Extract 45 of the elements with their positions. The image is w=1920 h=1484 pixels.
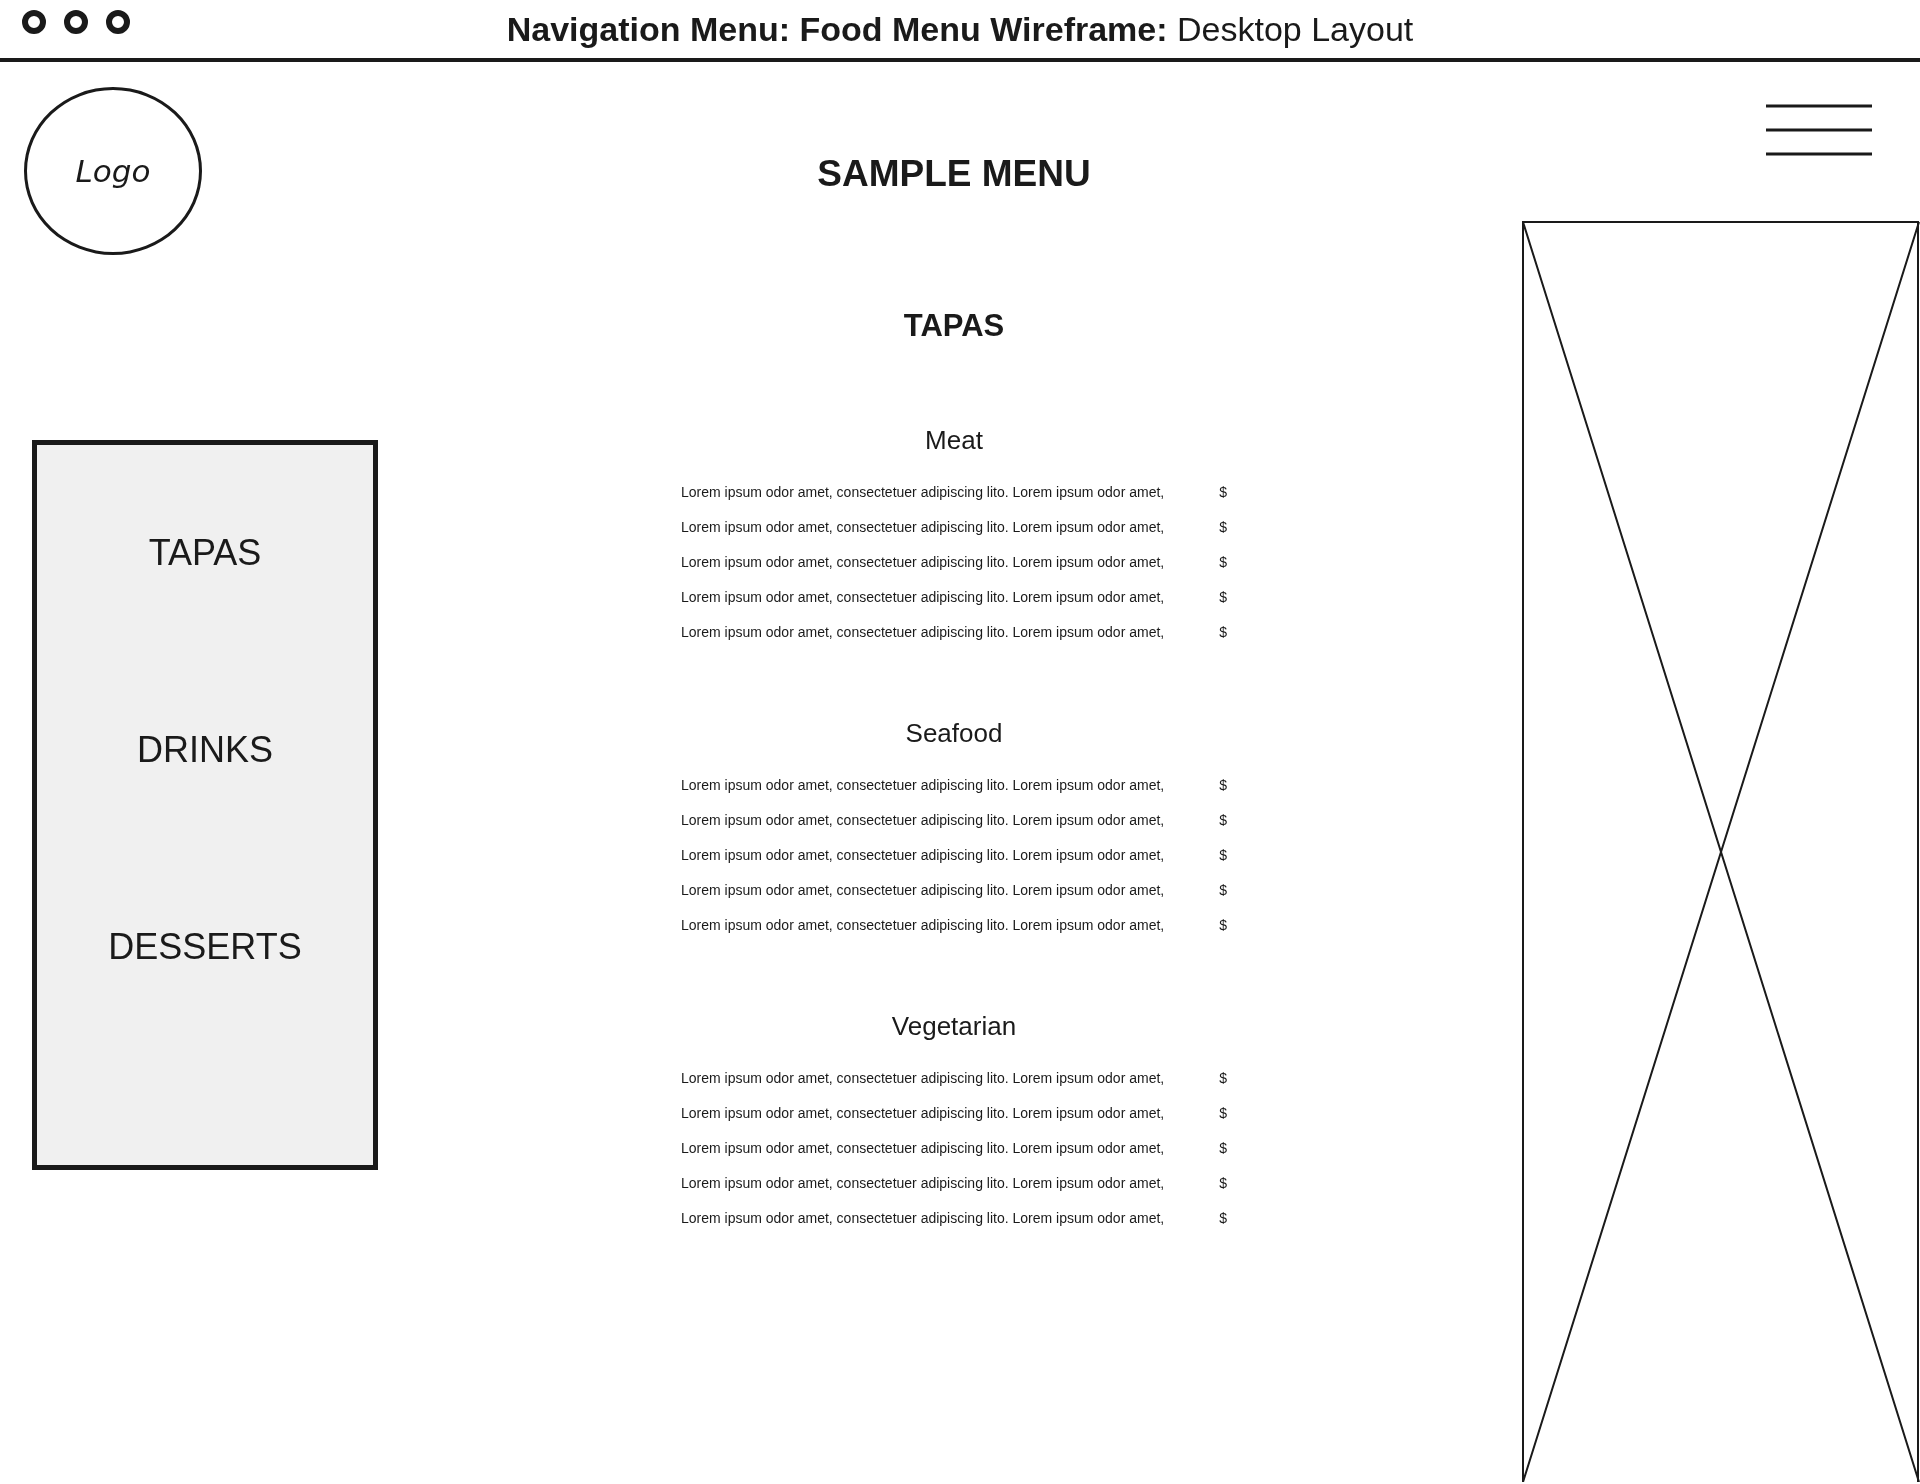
item-description: Lorem ipsum odor amet, consectetuer adipiscing lito. Lorem ipsum odor amet, (681, 776, 1165, 793)
item-price: $ (1219, 588, 1227, 605)
item-description: Lorem ipsum odor amet, consectetuer adipiscing lito. Lorem ipsum odor amet, (681, 518, 1165, 535)
item-price: $ (1219, 553, 1227, 570)
item-price: $ (1219, 1069, 1227, 1086)
item-price: $ (1219, 811, 1227, 828)
item-price: $ (1219, 483, 1227, 500)
item-description: Lorem ipsum odor amet, consectetuer adipiscing lito. Lorem ipsum odor amet, (681, 623, 1165, 640)
item-price: $ (1219, 846, 1227, 863)
item-description: Lorem ipsum odor amet, consectetuer adipiscing lito. Lorem ipsum odor amet, (681, 553, 1165, 570)
window-dot-icon[interactable] (22, 10, 46, 34)
item-description: Lorem ipsum odor amet, consectetuer adipiscing lito. Lorem ipsum odor amet, (681, 1104, 1165, 1121)
item-price: $ (1219, 776, 1227, 793)
item-description: Lorem ipsum odor amet, consectetuer adipiscing lito. Lorem ipsum odor amet, (681, 483, 1165, 500)
item-price: $ (1219, 623, 1227, 640)
item-description: Lorem ipsum odor amet, consectetuer adipiscing lito. Lorem ipsum odor amet, (681, 846, 1165, 863)
item-description: Lorem ipsum odor amet, consectetuer adipiscing lito. Lorem ipsum odor amet, (681, 916, 1165, 933)
section-heading: Seafood (905, 717, 1003, 749)
item-description: Lorem ipsum odor amet, consectetuer adipiscing lito. Lorem ipsum odor amet, (681, 588, 1165, 605)
item-price: $ (1219, 1209, 1227, 1226)
section-heading: Meat (925, 424, 983, 456)
item-description: Lorem ipsum odor amet, consectetuer adipiscing lito. Lorem ipsum odor amet, (681, 1209, 1165, 1226)
item-description: Lorem ipsum odor amet, consectetuer adipiscing lito. Lorem ipsum odor amet, (681, 1139, 1165, 1156)
nav-link[interactable]: DRINKS (137, 727, 273, 772)
menu-title: TAPAS (903, 307, 1005, 345)
page-heading: SAMPLE MENU (817, 152, 1091, 196)
item-description: Lorem ipsum odor amet, consectetuer adipiscing lito. Lorem ipsum odor amet, (681, 1069, 1165, 1086)
item-description: Lorem ipsum odor amet, consectetuer adipiscing lito. Lorem ipsum odor amet, (681, 811, 1165, 828)
item-price: $ (1219, 518, 1227, 535)
item-price: $ (1219, 1174, 1227, 1191)
window-dot-icon[interactable] (106, 10, 130, 34)
item-description: Lorem ipsum odor amet, consectetuer adipiscing lito. Lorem ipsum odor amet, (681, 1174, 1165, 1191)
item-price: $ (1219, 916, 1227, 933)
window-dot-icon[interactable] (64, 10, 88, 34)
item-price: $ (1219, 1104, 1227, 1121)
nav-link[interactable]: DESSERTS (108, 924, 302, 969)
menu-button[interactable] (1766, 104, 1872, 156)
section-heading: Vegetarian (891, 1010, 1017, 1042)
logo[interactable]: Logo (24, 87, 202, 255)
item-price: $ (1219, 1139, 1227, 1156)
window-title: Navigation Menu: Food Menu Wireframe: Desktop Layout (505, 9, 1415, 49)
item-price: $ (1219, 881, 1227, 898)
item-description: Lorem ipsum odor amet, consectetuer adipiscing lito. Lorem ipsum odor amet, (681, 881, 1165, 898)
menu-icon (1766, 104, 1872, 156)
nav-link[interactable]: TAPAS (148, 530, 262, 575)
